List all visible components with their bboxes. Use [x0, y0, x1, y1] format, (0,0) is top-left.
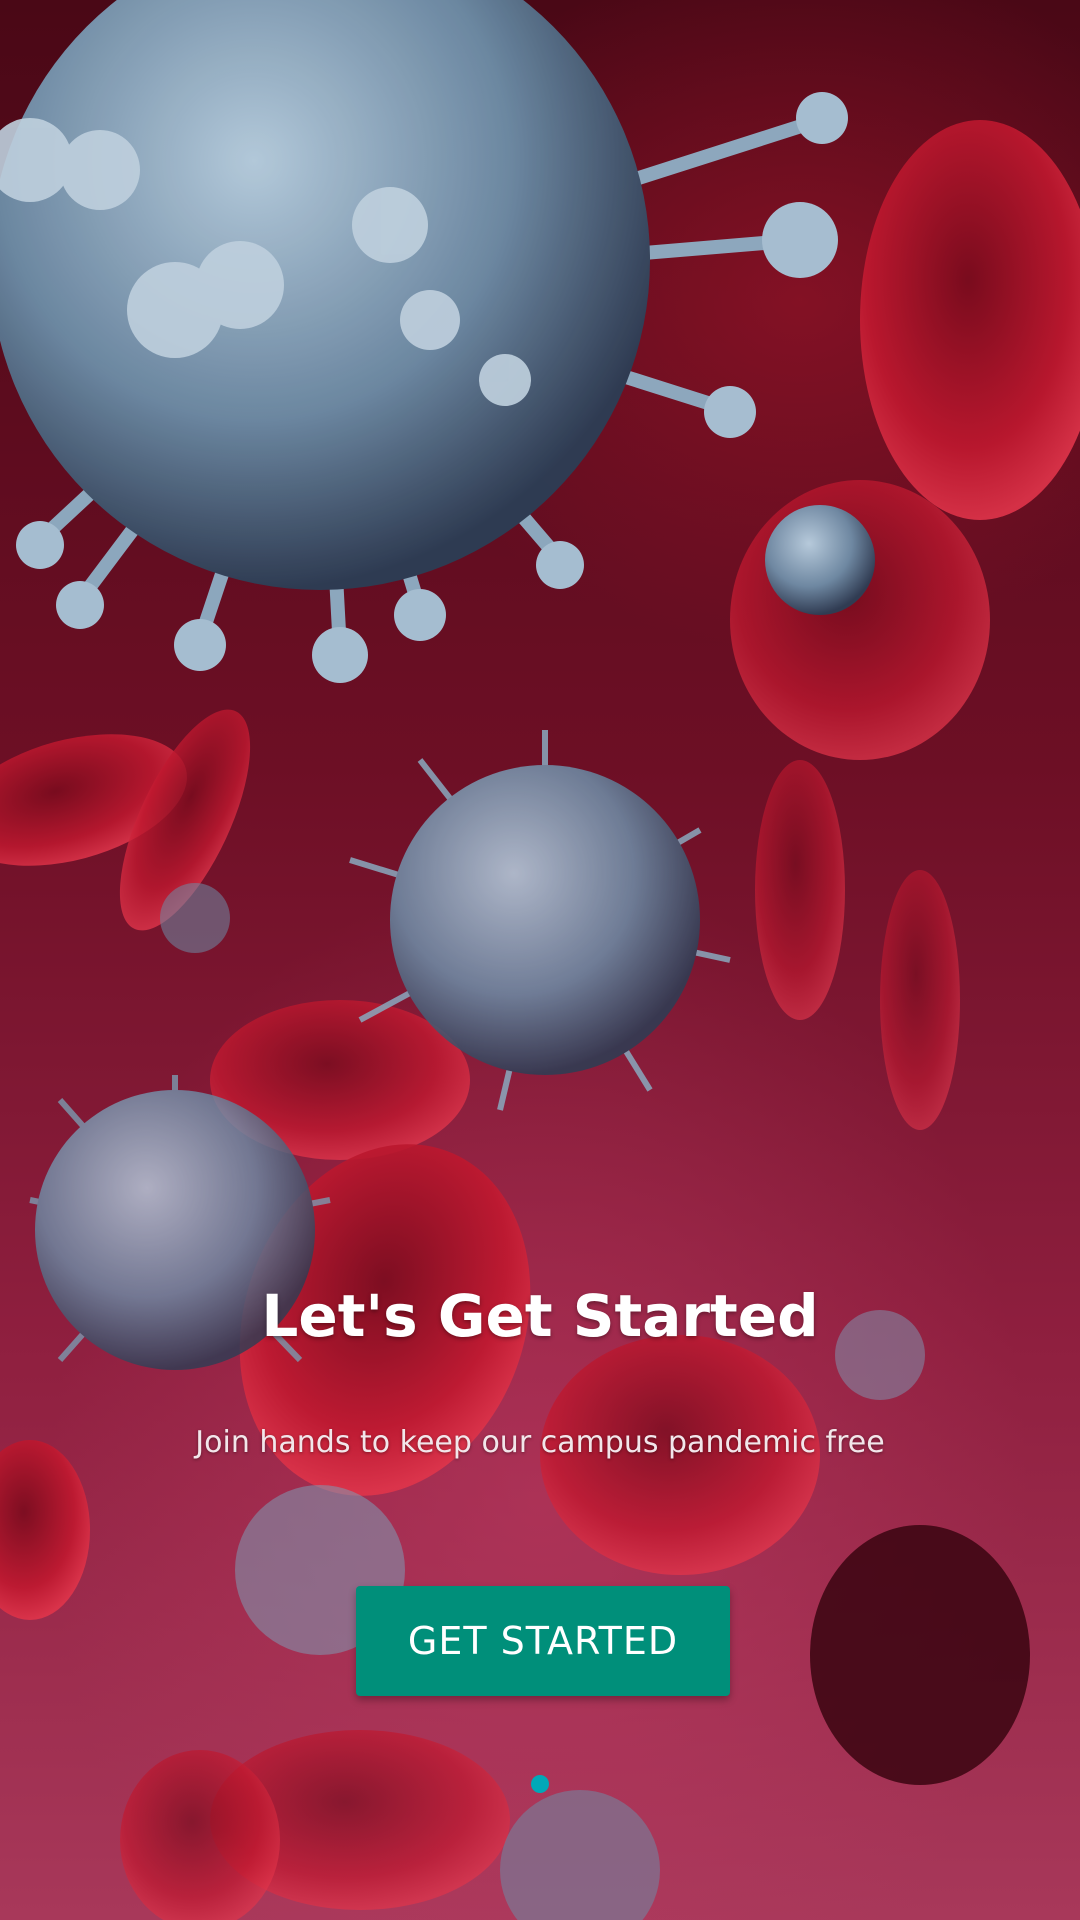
page-indicator-dot-active — [531, 1775, 549, 1793]
page-subtitle: Join hands to keep our campus pandemic f… — [195, 1425, 885, 1460]
get-started-button[interactable]: GET STARTED — [356, 1586, 730, 1696]
page-indicator — [0, 1775, 1080, 1797]
page-title: Let's Get Started — [261, 1282, 819, 1350]
